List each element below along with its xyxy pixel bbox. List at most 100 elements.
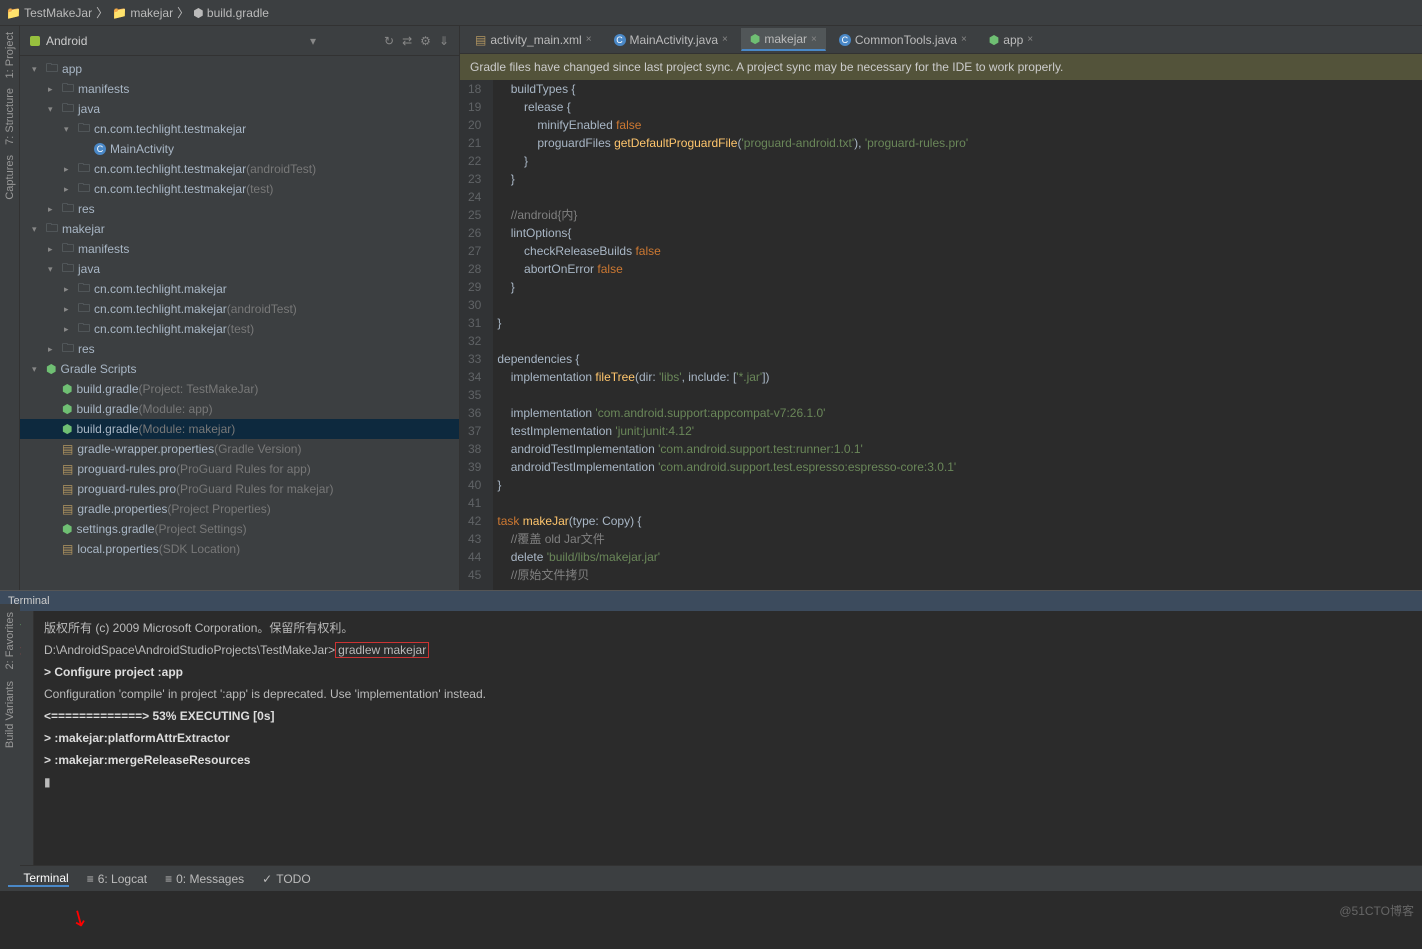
tree-item[interactable]: ⬢settings.gradle (Project Settings) bbox=[20, 519, 459, 539]
terminal-header[interactable]: Terminal bbox=[0, 591, 1422, 611]
tree-item-label: proguard-rules.pro bbox=[77, 462, 176, 476]
tree-item-context: (Module: makejar) bbox=[139, 422, 236, 436]
tree-arrow-icon[interactable]: ▸ bbox=[64, 284, 76, 295]
close-tab-icon[interactable]: × bbox=[811, 34, 817, 45]
tree-item[interactable]: ▸🗀cn.com.techlight.testmakejar (test) bbox=[20, 179, 459, 199]
tree-item[interactable]: ▸🗀res bbox=[20, 339, 459, 359]
terminal-panel: Terminal + ✕ 版权所有 (c) 2009 Microsoft Cor… bbox=[0, 590, 1422, 865]
tree-item[interactable]: ▾🗀app bbox=[20, 59, 459, 79]
tree-item[interactable]: ⬢build.gradle (Module: makejar) bbox=[20, 419, 459, 439]
folder-icon: 🗀 bbox=[78, 299, 90, 320]
tree-arrow-icon[interactable]: ▸ bbox=[48, 84, 60, 95]
tree-arrow-icon[interactable]: ▸ bbox=[48, 344, 60, 355]
terminal-output[interactable]: 版权所有 (c) 2009 Microsoft Corporation。保留所有… bbox=[34, 611, 1422, 865]
tool-captures[interactable]: Captures bbox=[4, 155, 16, 200]
expand-icon[interactable]: ⇄ bbox=[402, 34, 412, 48]
code-editor[interactable]: 1819202122232425262728293031323334353637… bbox=[460, 80, 1422, 590]
tree-item[interactable]: ⬢build.gradle (Module: app) bbox=[20, 399, 459, 419]
tree-item[interactable]: ▾🗀java bbox=[20, 99, 459, 119]
tool-favorites[interactable]: 2: Favorites bbox=[4, 612, 16, 669]
tree-arrow-icon[interactable]: ▸ bbox=[48, 204, 60, 215]
tree-arrow-icon[interactable]: ▾ bbox=[32, 364, 44, 375]
project-tree[interactable]: ▾🗀app▸🗀manifests▾🗀java▾🗀cn.com.techlight… bbox=[20, 56, 459, 590]
tree-arrow-icon[interactable]: ▸ bbox=[64, 324, 76, 335]
class-icon: C bbox=[839, 34, 851, 46]
code-lines[interactable]: buildTypes { release { minifyEnabled fal… bbox=[493, 80, 968, 590]
tree-item-label: proguard-rules.pro bbox=[77, 482, 176, 496]
tree-item[interactable]: ▸🗀manifests bbox=[20, 239, 459, 259]
close-tab-icon[interactable]: × bbox=[1027, 34, 1033, 45]
bottom-bar: ▣Terminal≡6: Logcat≡0: Messages✓TODO bbox=[0, 865, 1422, 891]
tree-item[interactable]: ▾⬢Gradle Scripts bbox=[20, 359, 459, 379]
tree-arrow-icon[interactable]: ▸ bbox=[64, 304, 76, 315]
editor-tab[interactable]: ▤activity_main.xml× bbox=[466, 29, 601, 51]
folder-icon: 🗀 bbox=[62, 339, 74, 360]
tree-item[interactable]: ▤proguard-rules.pro (ProGuard Rules for … bbox=[20, 479, 459, 499]
tree-item[interactable]: ▸🗀cn.com.techlight.makejar (test) bbox=[20, 319, 459, 339]
bottom-tab-icon: ≡ bbox=[165, 872, 172, 886]
tree-arrow-icon[interactable]: ▸ bbox=[64, 184, 76, 195]
close-tab-icon[interactable]: × bbox=[961, 34, 967, 45]
tree-arrow-icon[interactable]: ▸ bbox=[64, 164, 76, 175]
sidebar-title[interactable]: Android bbox=[46, 34, 310, 48]
tree-item[interactable]: ▸🗀res bbox=[20, 199, 459, 219]
left-tool-strip-2: 2: Favorites Build Variants bbox=[0, 604, 20, 884]
breadcrumb-item[interactable]: 📁 TestMakeJar bbox=[6, 6, 92, 20]
folder-icon: 🗀 bbox=[78, 279, 90, 300]
tree-arrow-icon[interactable]: ▸ bbox=[48, 244, 60, 255]
gear-icon[interactable]: ⚙ bbox=[420, 34, 431, 48]
tool-structure[interactable]: 7: Structure bbox=[4, 88, 16, 145]
tree-arrow-icon[interactable]: ▾ bbox=[32, 64, 44, 75]
tree-arrow-icon[interactable]: ▾ bbox=[32, 224, 44, 235]
tree-item[interactable]: ▾🗀makejar bbox=[20, 219, 459, 239]
editor-tab[interactable]: CCommonTools.java× bbox=[830, 29, 976, 51]
folder-icon: 🗀 bbox=[78, 159, 90, 180]
tree-item[interactable]: ▤gradle-wrapper.properties (Gradle Versi… bbox=[20, 439, 459, 459]
tree-item-context: (Module: app) bbox=[139, 402, 213, 416]
tree-item-context: (SDK Location) bbox=[159, 542, 240, 556]
close-tab-icon[interactable]: × bbox=[722, 34, 728, 45]
tree-item[interactable]: CMainActivity bbox=[20, 139, 459, 159]
bottom-tab[interactable]: ✓TODO bbox=[262, 872, 311, 886]
tree-arrow-icon[interactable]: ▾ bbox=[48, 264, 60, 275]
gradle-icon: ⬢ bbox=[750, 32, 760, 46]
tree-item-context: (test) bbox=[246, 182, 273, 196]
tree-item[interactable]: ▸🗀cn.com.techlight.testmakejar (androidT… bbox=[20, 159, 459, 179]
tree-item-label: cn.com.techlight.makejar bbox=[94, 302, 227, 316]
editor-tab[interactable]: ⬢app× bbox=[980, 29, 1042, 51]
gradle-icon: ⬢ bbox=[62, 522, 72, 536]
tree-item[interactable]: ▸🗀cn.com.techlight.makejar bbox=[20, 279, 459, 299]
tree-item-label: settings.gradle bbox=[76, 522, 154, 536]
tool-build-variants[interactable]: Build Variants bbox=[4, 681, 16, 748]
gradle-icon: ⬢ bbox=[62, 382, 72, 396]
bottom-tab[interactable]: ≡6: Logcat bbox=[87, 872, 147, 886]
tree-item[interactable]: ▾🗀cn.com.techlight.testmakejar bbox=[20, 119, 459, 139]
tree-item-label: local.properties bbox=[77, 542, 158, 556]
editor-tab[interactable]: CMainActivity.java× bbox=[605, 29, 737, 51]
bottom-tab-label: 0: Messages bbox=[176, 872, 244, 886]
tree-arrow-icon[interactable]: ▾ bbox=[64, 124, 76, 135]
tree-item[interactable]: ▤gradle.properties (Project Properties) bbox=[20, 499, 459, 519]
tree-arrow-icon[interactable]: ▾ bbox=[48, 104, 60, 115]
dropdown-icon[interactable]: ▾ bbox=[310, 34, 316, 48]
tab-label: makejar bbox=[764, 32, 807, 46]
tree-item[interactable]: ⬢build.gradle (Project: TestMakeJar) bbox=[20, 379, 459, 399]
close-tab-icon[interactable]: × bbox=[586, 34, 592, 45]
editor-tab[interactable]: ⬢ makejar × bbox=[741, 28, 826, 51]
breadcrumb: 📁 TestMakeJar 〉 📁 makejar 〉 ⬢ build.grad… bbox=[0, 0, 1422, 26]
tree-item-context: (ProGuard Rules for makejar) bbox=[176, 482, 333, 496]
tree-item[interactable]: ▤local.properties (SDK Location) bbox=[20, 539, 459, 559]
tree-item[interactable]: ▾🗀java bbox=[20, 259, 459, 279]
sync-icon[interactable]: ↻ bbox=[384, 34, 394, 48]
file-icon: ▤ bbox=[62, 442, 73, 456]
tool-project[interactable]: 1: Project bbox=[4, 32, 16, 78]
tree-item-label: manifests bbox=[78, 82, 129, 96]
collapse-icon[interactable]: ⇓ bbox=[439, 34, 449, 48]
breadcrumb-item[interactable]: ⬢ build.gradle bbox=[193, 6, 269, 20]
tree-item[interactable]: ▤proguard-rules.pro (ProGuard Rules for … bbox=[20, 459, 459, 479]
tree-item[interactable]: ▸🗀manifests bbox=[20, 79, 459, 99]
tree-item[interactable]: ▸🗀cn.com.techlight.makejar (androidTest) bbox=[20, 299, 459, 319]
tree-item-label: build.gradle bbox=[76, 382, 138, 396]
breadcrumb-item[interactable]: 📁 makejar bbox=[112, 6, 173, 20]
bottom-tab[interactable]: ≡ 0: Messages bbox=[165, 872, 244, 886]
